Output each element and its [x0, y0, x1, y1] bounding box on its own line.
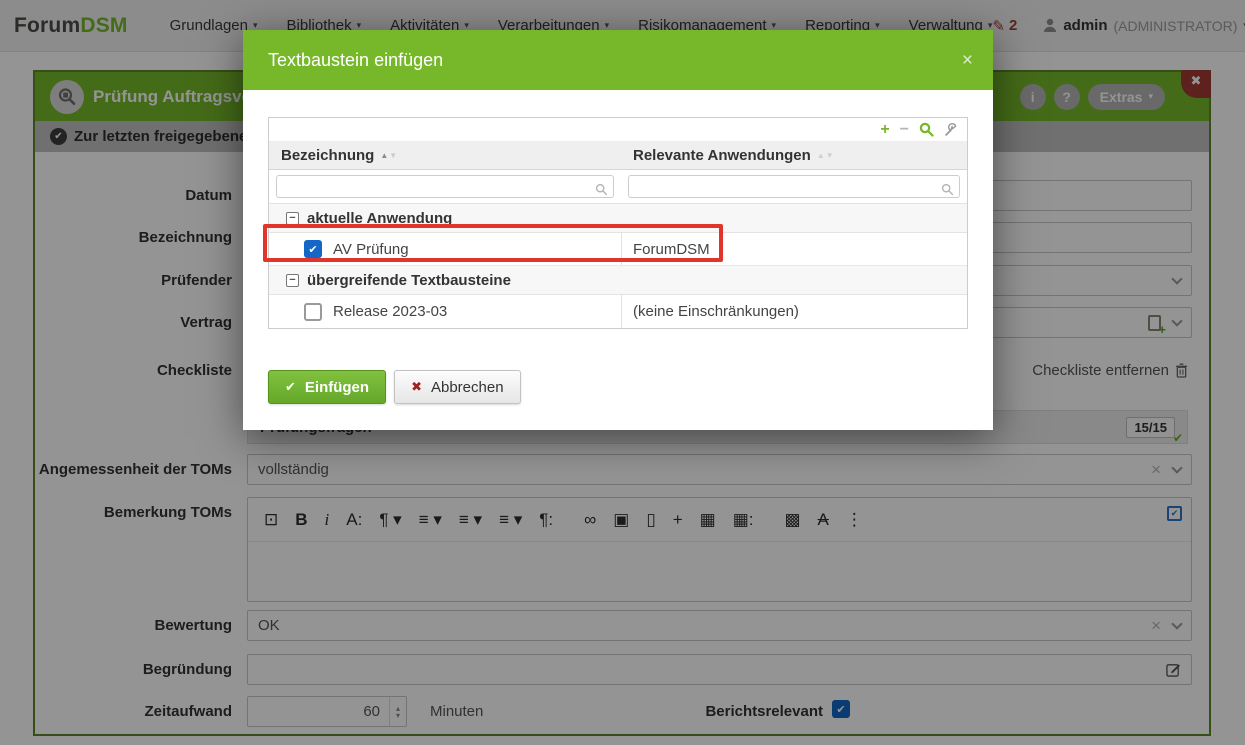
remove-icon[interactable]: −: [900, 122, 909, 138]
sort-asc-icon[interactable]: ▲: [380, 151, 388, 160]
dialog-buttons: ✔ Einfügen ✖ Abbrechen: [268, 370, 521, 404]
row-name: AV Prüfung: [333, 241, 409, 258]
row-apps: ForumDSM: [621, 241, 967, 258]
dialog-header: Textbaustein einfügen ×: [243, 30, 993, 90]
column-label: Bezeichnung: [281, 147, 374, 164]
add-icon[interactable]: +: [880, 122, 889, 138]
table-filter-row: [269, 170, 967, 204]
column-header-bezeichnung[interactable]: Bezeichnung ▲▼: [269, 147, 621, 164]
insert-button[interactable]: ✔ Einfügen: [268, 370, 386, 404]
dialog-close-icon[interactable]: ×: [962, 51, 973, 70]
row-checkbox-checked[interactable]: ✔: [304, 240, 322, 258]
filter-bezeichnung-input[interactable]: [276, 175, 614, 198]
group-row-uebergreifende[interactable]: − übergreifende Textbausteine: [269, 266, 967, 295]
sort-asc-icon[interactable]: ▲: [817, 151, 825, 160]
table-search-icon[interactable]: [919, 122, 934, 137]
textbaustein-dialog: Textbaustein einfügen × + − Bezeichnung …: [243, 30, 993, 430]
sort-desc-icon[interactable]: ▼: [826, 151, 834, 160]
cross-icon: ✖: [411, 379, 422, 395]
textbaustein-table: + − Bezeichnung ▲▼ Relevante Anwendungen…: [268, 117, 968, 329]
table-toolbar: + −: [269, 118, 967, 142]
cancel-label: Abbrechen: [431, 379, 504, 396]
column-label: Relevante Anwendungen: [633, 147, 811, 164]
search-icon: [595, 183, 608, 196]
column-header-anwendungen[interactable]: Relevante Anwendungen ▲▼: [621, 147, 967, 164]
table-header-row: Bezeichnung ▲▼ Relevante Anwendungen ▲▼: [269, 142, 967, 170]
row-checkbox-unchecked[interactable]: [304, 303, 322, 321]
dialog-title: Textbaustein einfügen: [268, 50, 443, 71]
check-icon: ✔: [285, 379, 296, 395]
table-row-av-pruefung[interactable]: ✔ AV Prüfung ForumDSM: [269, 233, 967, 266]
row-apps: (keine Einschränkungen): [621, 303, 967, 320]
group-label: übergreifende Textbausteine: [307, 272, 511, 289]
filter-anwendungen-input[interactable]: [628, 175, 960, 198]
table-row-release-2023-03[interactable]: Release 2023-03 (keine Einschränkungen): [269, 295, 967, 328]
sort-icons[interactable]: ▲▼: [817, 151, 834, 160]
cancel-button[interactable]: ✖ Abbrechen: [394, 370, 520, 404]
insert-label: Einfügen: [305, 379, 369, 396]
row-name: Release 2023-03: [333, 303, 447, 320]
collapse-icon[interactable]: −: [286, 274, 299, 287]
app-root: ForumDSM Grundlagen▾ Bibliothek▾ Aktivit…: [0, 0, 1245, 745]
settings-wrench-icon[interactable]: [944, 123, 958, 137]
group-row-aktuelle-anwendung[interactable]: − aktuelle Anwendung: [269, 204, 967, 233]
search-icon: [941, 183, 954, 196]
collapse-icon[interactable]: −: [286, 212, 299, 225]
sort-icons[interactable]: ▲▼: [380, 151, 397, 160]
group-label: aktuelle Anwendung: [307, 210, 452, 227]
sort-desc-icon[interactable]: ▼: [389, 151, 397, 160]
